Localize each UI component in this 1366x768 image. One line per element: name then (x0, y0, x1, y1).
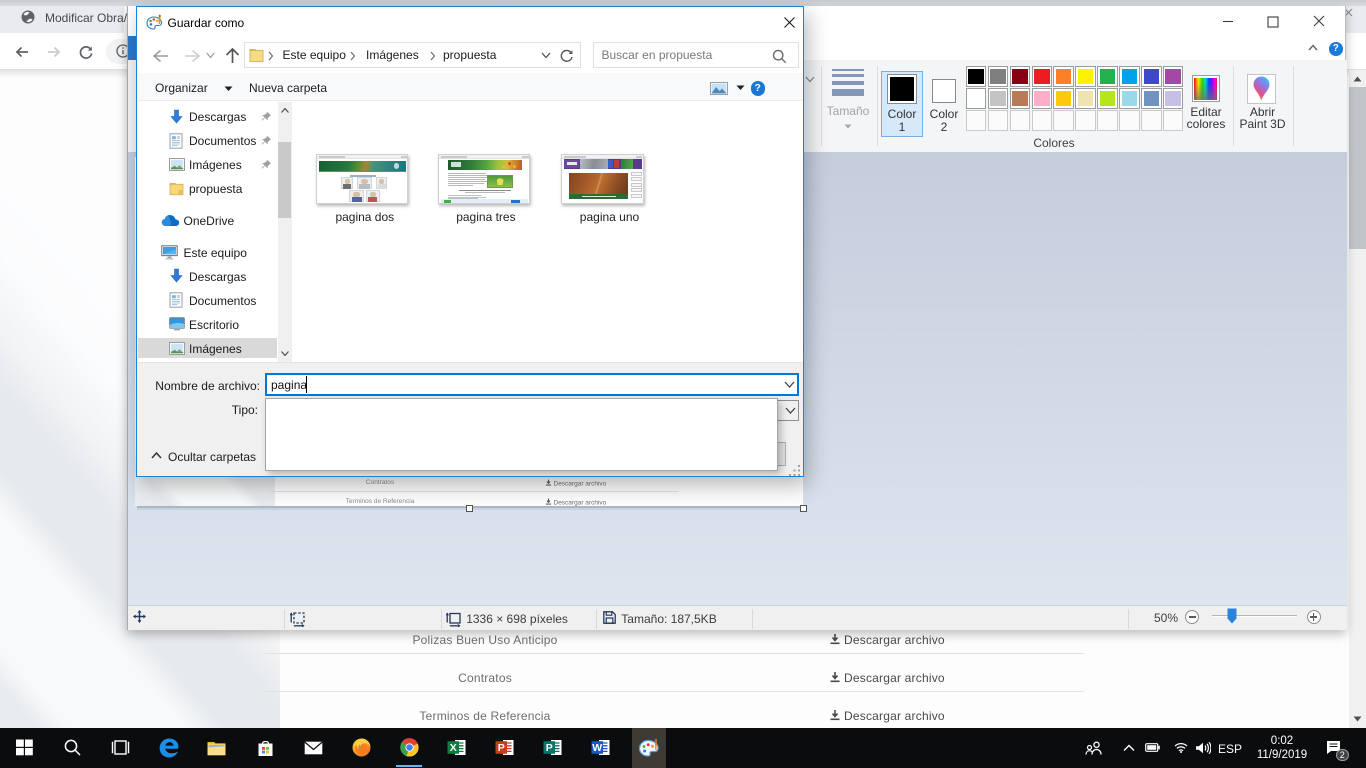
svg-text:X: X (450, 742, 457, 754)
svg-text:P: P (545, 742, 552, 754)
svg-text:W: W (592, 742, 602, 754)
svg-text:P: P (498, 742, 505, 754)
